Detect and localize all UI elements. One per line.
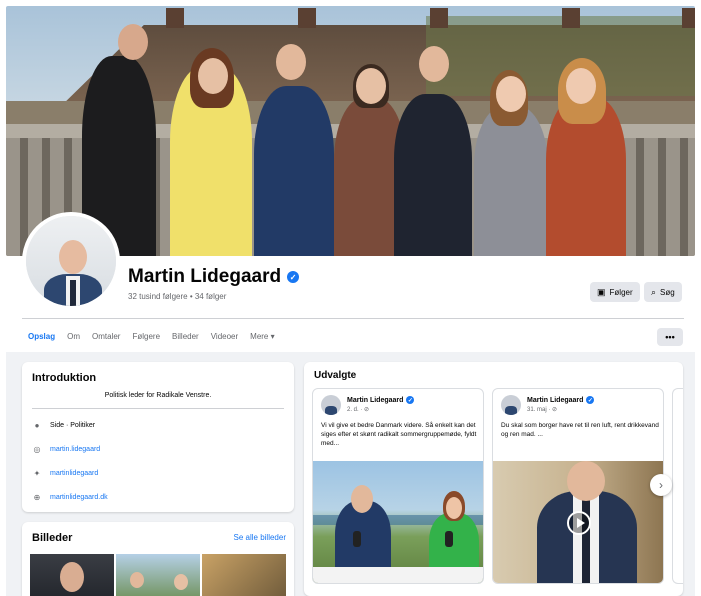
- tab-more[interactable]: Mere ▾: [244, 326, 280, 348]
- twitter-icon: ✦: [33, 468, 41, 478]
- featured-card: Udvalgte Martin Lidegaard ✓ 2. d. · ⊘ Vi…: [304, 362, 683, 596]
- profile-name: Martin Lidegaard: [128, 266, 282, 287]
- verified-badge-icon: ✓: [287, 271, 300, 283]
- cover-person-head: [356, 68, 386, 104]
- play-icon[interactable]: [567, 511, 591, 535]
- cover-person: [394, 94, 472, 256]
- tab-posts[interactable]: Opslag: [22, 326, 61, 354]
- post-text: Du skal som borger have ret til ren luft…: [501, 422, 659, 438]
- tab-videos[interactable]: Videoer: [205, 326, 244, 348]
- featured-post[interactable]: Martin Lidegaard ✓ 31. maj · ⊘ Du skal s…: [492, 388, 664, 584]
- featured-post-partial[interactable]: [672, 388, 683, 584]
- following-icon: ▣: [597, 286, 606, 297]
- cover-chimney: [430, 8, 448, 28]
- following-button[interactable]: ▣ Følger: [590, 282, 640, 302]
- cover-chimney: [166, 8, 184, 28]
- tab-about[interactable]: Om: [61, 326, 86, 348]
- cover-chimney: [562, 8, 580, 28]
- featured-title: Udvalgte: [314, 370, 357, 381]
- globe-icon: ⊕: [33, 492, 41, 502]
- microphone-icon: [353, 531, 361, 547]
- post-author[interactable]: Martin Lidegaard ✓: [347, 396, 415, 404]
- cover-person-head: [496, 76, 526, 112]
- page-title: Martin Lidegaard ✓: [128, 266, 300, 288]
- intro-item-website[interactable]: ⊕ martinlidegaard.dk: [32, 492, 108, 502]
- profile-picture[interactable]: [22, 212, 120, 310]
- cover-person-head: [276, 44, 306, 80]
- cover-chimney: [682, 8, 695, 28]
- intro-bio: Politisk leder for Radikale Venstre.: [104, 392, 212, 399]
- search-button[interactable]: ⌕ Søg: [644, 282, 682, 302]
- facebook-page: Martin Lidegaard ✓ 32 tusind følgere • 3…: [0, 0, 701, 596]
- cover-person: [474, 106, 548, 256]
- photo-thumbnail[interactable]: [116, 554, 200, 596]
- post-text: Vi vil give et bedre Danmark videre. Så …: [321, 422, 477, 447]
- intro-item-instagram[interactable]: ◎ martin.lidegaard: [32, 444, 101, 454]
- cover-person-head: [118, 24, 148, 60]
- avatar: [321, 395, 341, 415]
- intro-title: Introduktion: [32, 372, 97, 384]
- see-all-photos-link[interactable]: Se alle billeder: [234, 533, 286, 542]
- more-options-button[interactable]: •••: [657, 328, 683, 346]
- featured-post[interactable]: Martin Lidegaard ✓ 2. d. · ⊘ Vi vil give…: [312, 388, 484, 584]
- post-video[interactable]: [493, 461, 663, 583]
- cover-person: [254, 86, 334, 256]
- following-button-label: Følger: [609, 287, 633, 297]
- search-icon: ⌕: [651, 286, 657, 297]
- instagram-icon: ◎: [33, 444, 41, 454]
- divider: [22, 318, 684, 319]
- divider: [32, 408, 284, 409]
- intro-card: Introduktion Politisk leder for Radikale…: [22, 362, 294, 512]
- cover-person-head: [566, 68, 596, 104]
- profile-tabs: Opslag Om Omtaler Følgere Billeder Video…: [22, 326, 281, 354]
- verified-badge-icon: ✓: [586, 396, 595, 404]
- microphone-icon: [445, 531, 453, 547]
- tab-followers[interactable]: Følgere: [126, 326, 166, 348]
- post-image[interactable]: [313, 461, 483, 583]
- post-date[interactable]: 31. maj · ⊘: [527, 406, 557, 413]
- intro-item-category: ● Side · Politiker: [32, 420, 96, 430]
- tab-photos[interactable]: Billeder: [166, 326, 205, 348]
- post-author[interactable]: Martin Lidegaard ✓: [527, 396, 595, 404]
- intro-item-twitter[interactable]: ✦ martinlidegaard: [32, 468, 99, 478]
- avatar: [501, 395, 521, 415]
- photo-thumbnail[interactable]: [30, 554, 114, 596]
- cover-person-head: [198, 58, 228, 94]
- cover-chimney: [298, 8, 316, 28]
- post-date[interactable]: 2. d. · ⊘: [347, 406, 369, 413]
- info-icon: ●: [34, 420, 40, 430]
- tab-mentions[interactable]: Omtaler: [86, 326, 126, 348]
- verified-badge-icon: ✓: [406, 396, 415, 404]
- cover-person-head: [419, 46, 449, 82]
- search-button-label: Søg: [660, 287, 675, 297]
- followers-count: 32 tusind følgere • 34 følger: [128, 292, 227, 301]
- photo-thumbnail[interactable]: [202, 554, 286, 596]
- photos-card: Billeder Se alle billeder: [22, 522, 294, 596]
- photos-title: Billeder: [32, 532, 73, 544]
- next-arrow-icon[interactable]: ›: [650, 474, 672, 496]
